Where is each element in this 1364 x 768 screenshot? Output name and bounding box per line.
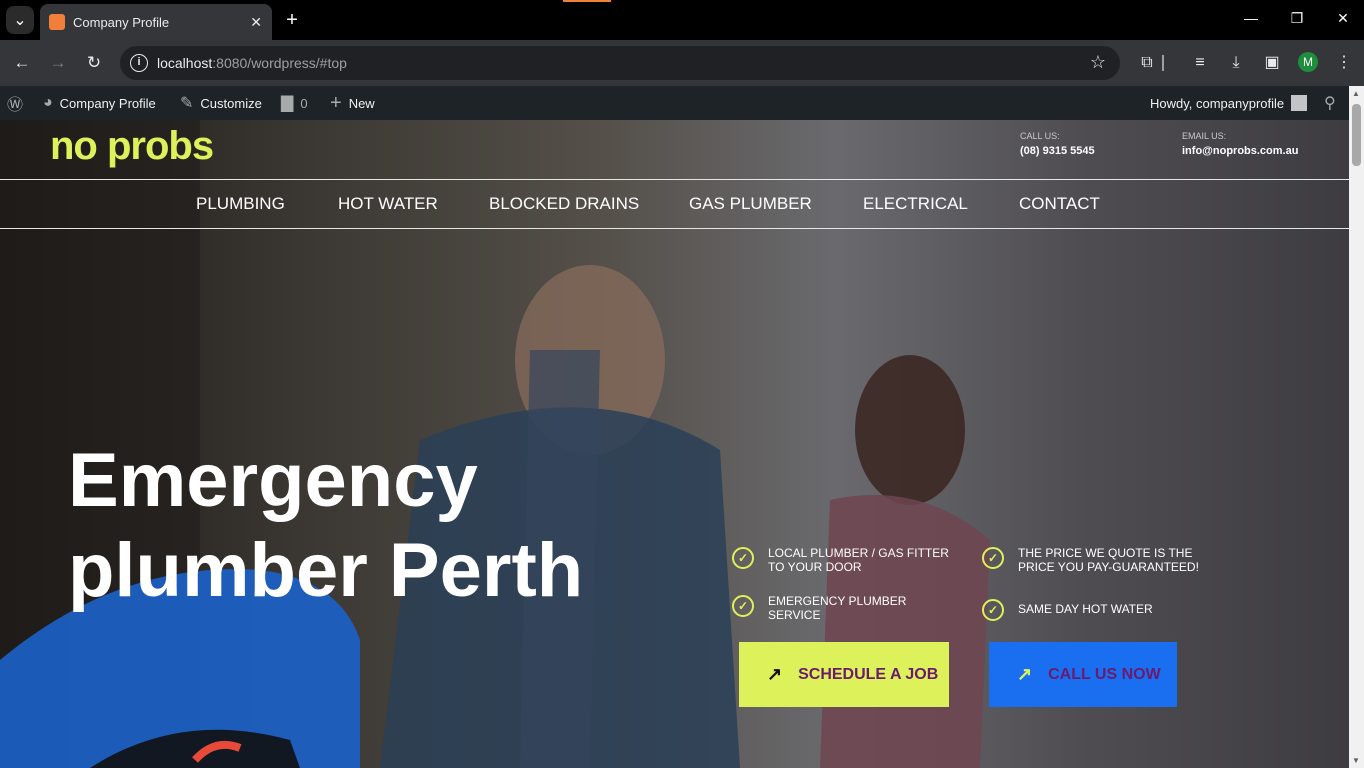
feature-text: LOCAL PLUMBER / GAS FITTER TO YOUR DOOR (768, 546, 949, 574)
wp-admin-bar: Ⓦ ◕ Company Profile ✎ Customize ▇ 0 + Ne… (0, 86, 1349, 120)
user-avatar (1291, 95, 1308, 111)
feature-item: ✓ LOCAL PLUMBER / GAS FITTER TO YOUR DOO… (732, 546, 958, 574)
nav-item-electrical[interactable]: ELECTRICAL (863, 194, 968, 214)
url-host: localhost (157, 55, 213, 71)
loading-indicator (563, 0, 611, 2)
extensions-icon[interactable]: ⧉ (1136, 52, 1158, 74)
restore-icon[interactable]: ❐ (1287, 10, 1307, 27)
media-control-icon[interactable]: ≡ (1189, 52, 1211, 74)
wp-comments-link[interactable]: ▇ 0 (281, 86, 308, 120)
email-label: EMAIL US: (1182, 131, 1227, 141)
window-close-icon[interactable]: ✕ (1333, 10, 1353, 27)
phone-link[interactable]: (08) 9315 5545 (1020, 145, 1095, 157)
arrow-up-right-icon: ↗ (1017, 664, 1033, 684)
wp-customize-link[interactable]: ✎ Customize (180, 86, 262, 120)
chevron-down-icon: ⌄ (13, 12, 27, 29)
xampp-favicon-icon (49, 14, 65, 30)
call-us-now-button[interactable]: ↗ CALL US NOW (989, 642, 1177, 707)
nav-item-hot-water[interactable]: HOT WATER (338, 194, 438, 214)
download-icon[interactable]: ⤓ (1225, 52, 1247, 74)
page-scrollbar[interactable]: ▲ ▼ (1349, 86, 1364, 768)
feature-text: SAME DAY HOT WATER (1018, 602, 1153, 616)
address-bar[interactable]: i localhost:8080/wordpress/#top ☆ (120, 46, 1120, 80)
feature-item: ✓ THE PRICE WE QUOTE IS THE PRICE YOU PA… (982, 546, 1208, 574)
feature-text: EMERGENCY PLUMBER SERVICE (768, 594, 907, 622)
tab-search-button[interactable]: ⌄ (6, 6, 34, 34)
check-badge-icon: ✓ (732, 547, 754, 569)
scroll-up-icon[interactable]: ▲ (1352, 89, 1360, 98)
schedule-job-label: SCHEDULE A JOB (798, 665, 939, 683)
plus-icon: + (330, 91, 342, 114)
hero-title-line2: plumber Perth (68, 528, 584, 613)
wp-search-button[interactable]: ⚲ (1324, 86, 1336, 120)
minimize-icon[interactable]: — (1241, 10, 1261, 26)
scrollbar-thumb[interactable] (1352, 104, 1361, 166)
nav-item-blocked-drains[interactable]: BLOCKED DRAINS (489, 194, 639, 214)
comment-icon: ▇ (281, 95, 294, 112)
site-header: no probs CALL US: (08) 9315 5545 EMAIL U… (0, 120, 1349, 180)
dashboard-icon: ◕ (43, 94, 53, 111)
tab-title: Company Profile (73, 14, 170, 30)
main-nav: PLUMBING HOT WATER BLOCKED DRAINS GAS PL… (0, 179, 1349, 229)
wp-new-menu[interactable]: + New (330, 86, 375, 120)
browser-menu-icon[interactable]: ⋮ (1333, 52, 1355, 74)
wp-comments-count: 0 (300, 95, 308, 111)
url-path: :8080/wordpress/#top (212, 55, 347, 71)
wp-new-label: New (348, 95, 375, 111)
call-us-now-label: CALL US NOW (1048, 665, 1161, 683)
wp-site-name: Company Profile (59, 95, 156, 111)
website-viewport: no probs CALL US: (08) 9315 5545 EMAIL U… (0, 120, 1349, 768)
wp-logo-menu[interactable]: Ⓦ (7, 86, 23, 120)
call-label: CALL US: (1020, 131, 1060, 141)
toolbar-divider (1162, 55, 1164, 71)
close-tab-icon[interactable]: ✕ (250, 14, 262, 31)
schedule-job-button[interactable]: ↗ SCHEDULE A JOB (739, 642, 949, 707)
back-icon[interactable]: ← (10, 51, 34, 75)
check-badge-icon: ✓ (732, 595, 754, 617)
nav-item-gas-plumber[interactable]: GAS PLUMBER (689, 194, 812, 214)
bookmark-star-icon[interactable]: ☆ (1090, 52, 1106, 73)
browser-tab-bar: ⌄ Company Profile ✕ + — ❐ ✕ (0, 0, 1364, 40)
hero-title: Emergency plumber Perth (68, 436, 583, 616)
wordpress-logo-icon: Ⓦ (7, 97, 24, 114)
search-icon: ⚲ (1324, 95, 1336, 112)
new-tab-button[interactable]: + (282, 9, 302, 31)
hero-title-line1: Emergency (68, 438, 478, 523)
feature-item: ✓ SAME DAY HOT WATER (982, 598, 1208, 621)
feature-text: THE PRICE WE QUOTE IS THE PRICE YOU PAY-… (1018, 546, 1199, 574)
check-badge-icon: ✓ (982, 599, 1004, 621)
email-link[interactable]: info@noprobs.com.au (1182, 145, 1298, 157)
wp-site-name-menu[interactable]: ◕ Company Profile (43, 86, 156, 120)
profile-avatar[interactable]: M (1298, 52, 1318, 72)
nav-item-plumbing[interactable]: PLUMBING (196, 194, 285, 214)
side-panel-icon[interactable]: ▣ (1261, 52, 1283, 74)
nav-item-contact[interactable]: CONTACT (1019, 194, 1100, 214)
site-logo[interactable]: no probs (50, 124, 214, 169)
scroll-down-icon[interactable]: ▼ (1352, 756, 1360, 765)
wp-greeting: Howdy, companyprofile (1150, 95, 1285, 111)
forward-icon[interactable]: → (46, 51, 70, 75)
paintbrush-icon: ✎ (180, 95, 194, 112)
reload-icon[interactable]: ↻ (82, 51, 106, 75)
feature-item: ✓ EMERGENCY PLUMBER SERVICE (732, 594, 918, 622)
site-info-icon[interactable]: i (130, 54, 148, 72)
check-badge-icon: ✓ (982, 547, 1004, 569)
browser-tab[interactable]: Company Profile ✕ (40, 4, 272, 40)
browser-toolbar: ← → ↻ i localhost:8080/wordpress/#top ☆ … (0, 40, 1364, 86)
wp-account-menu[interactable]: Howdy, companyprofile (1150, 86, 1308, 120)
wp-customize-label: Customize (200, 95, 262, 111)
arrow-up-right-icon: ↗ (767, 664, 783, 684)
